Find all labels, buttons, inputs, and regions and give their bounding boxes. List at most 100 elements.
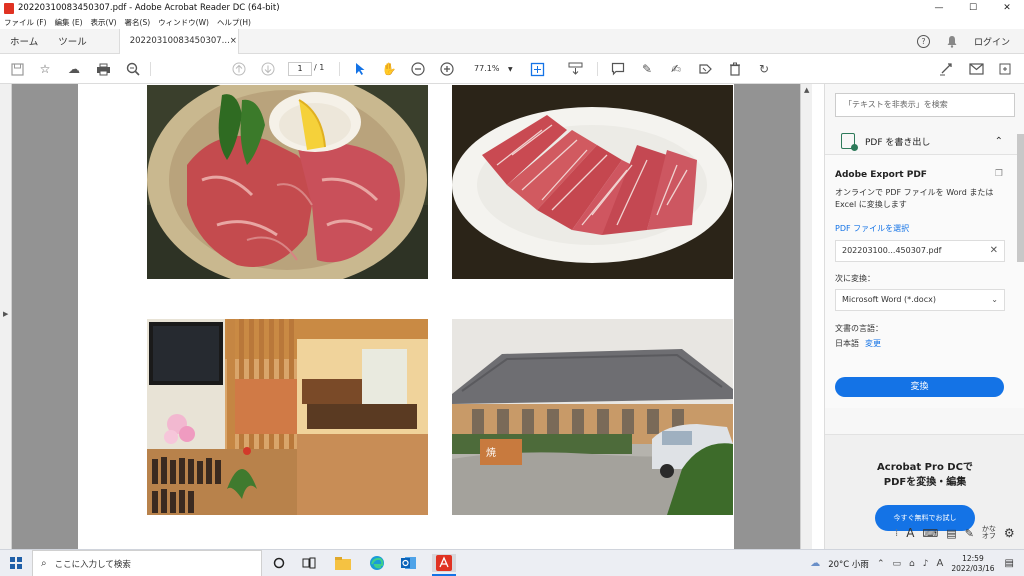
export-service-title: Adobe Export PDF xyxy=(835,170,927,180)
network-icon[interactable]: ⌂ xyxy=(909,559,915,569)
battery-icon[interactable]: ▭ xyxy=(892,559,901,569)
clock[interactable]: 12:59 2022/03/16 xyxy=(951,554,994,574)
delete-trash-icon[interactable] xyxy=(727,61,743,77)
toolbar-divider xyxy=(150,62,151,76)
close-tab-icon[interactable]: × xyxy=(230,36,237,46)
document-language-row: 日本語 変更 xyxy=(835,338,881,349)
tab-tools[interactable]: ツール xyxy=(48,34,97,48)
system-tray: ☁ 20°C 小雨 ⌃ ▭ ⌂ ♪ A 12:59 2022/03/16 ▤ xyxy=(810,550,1024,576)
cortana-icon[interactable] xyxy=(270,554,288,572)
ime-dictionary-icon[interactable]: ▤ xyxy=(946,527,956,540)
edge-browser-icon[interactable] xyxy=(368,554,386,572)
ime-settings-gear-icon[interactable]: ⚙ xyxy=(1004,526,1015,540)
maximize-button[interactable]: ☐ xyxy=(956,0,990,16)
draw-sign-icon[interactable]: ✍ xyxy=(668,61,684,77)
share-link-icon[interactable] xyxy=(938,61,954,77)
taskbar-search-placeholder: ここに入力して検索 xyxy=(54,559,131,570)
promo-text: Acrobat Pro DCで PDFを変換・編集 xyxy=(825,460,1024,490)
ime-indicator[interactable]: A xyxy=(936,558,943,569)
hide-text-search-input[interactable]: 「テキストを非表示」を検索 xyxy=(835,93,1015,117)
stamp-fill-sign-icon[interactable] xyxy=(697,61,713,77)
task-view-icon[interactable] xyxy=(300,554,318,572)
select-pdf-file-link[interactable]: PDF ファイルを選択 xyxy=(835,223,909,234)
scroll-mode-icon[interactable] xyxy=(567,61,583,77)
tab-bar: ホーム ツール 20220310083450307... × ? ログイン xyxy=(0,28,1024,54)
zoom-level-value: 77.1% xyxy=(474,64,500,73)
file-explorer-icon[interactable] xyxy=(334,554,352,572)
convert-format-select[interactable]: Microsoft Word (*.docx) ⌄ xyxy=(835,289,1005,311)
comment-icon[interactable] xyxy=(610,61,626,77)
selected-file-field[interactable]: 202203100...450307.pdf ✕ xyxy=(835,240,1005,262)
menu-view[interactable]: 表示(V) xyxy=(91,17,117,28)
taskbar-search-box[interactable]: ⌕ ここに入力して検索 xyxy=(32,550,262,576)
menu-sign[interactable]: 署名(S) xyxy=(125,17,151,28)
email-icon[interactable] xyxy=(968,61,984,77)
ime-mode-icon[interactable]: A xyxy=(906,526,914,540)
ime-pad-icon[interactable]: ⌨ xyxy=(922,527,938,540)
prev-page-icon[interactable] xyxy=(231,61,247,77)
tab-document-label: 20220310083450307... xyxy=(129,36,230,46)
weather-text[interactable]: 20°C 小雨 xyxy=(828,558,869,570)
notification-center-icon[interactable]: ▤ xyxy=(1005,558,1014,569)
save-icon[interactable] xyxy=(9,61,25,77)
weather-cloud-icon[interactable]: ☁ xyxy=(810,558,820,569)
zoom-search-icon[interactable] xyxy=(125,61,141,77)
print-icon[interactable] xyxy=(95,61,111,77)
chevron-up-icon[interactable]: ⌃ xyxy=(877,559,885,569)
menu-help[interactable]: ヘルプ(H) xyxy=(217,17,251,28)
zoom-in-icon[interactable] xyxy=(439,61,455,77)
scroll-up-arrow-icon[interactable]: ▲ xyxy=(804,86,809,94)
meat-platter-photo xyxy=(147,85,428,279)
ime-toolbar: ⁞ A ⌨ ▤ ✎ かな オフ ⚙ xyxy=(895,526,1015,541)
left-pane-toggle[interactable]: ▶ xyxy=(0,84,12,549)
cloud-upload-icon[interactable]: ☁ xyxy=(66,61,82,77)
tab-home[interactable]: ホーム xyxy=(0,34,48,48)
pdf-page: 焼 xyxy=(78,84,734,549)
menu-file[interactable]: ファイル (F) xyxy=(4,17,47,28)
export-pdf-icon xyxy=(841,133,858,151)
page-number-input[interactable]: 1 xyxy=(288,62,312,76)
remove-file-icon[interactable]: ✕ xyxy=(990,241,998,261)
export-pdf-title: PDF を書き出し xyxy=(865,137,931,148)
expand-left-arrow-icon[interactable]: ▶ xyxy=(3,310,8,318)
hand-tool-icon[interactable]: ✋ xyxy=(381,61,397,77)
bell-icon[interactable] xyxy=(946,35,958,48)
bookmark-star-icon[interactable]: ☆ xyxy=(37,61,53,77)
next-page-icon[interactable] xyxy=(260,61,276,77)
more-options-icon[interactable] xyxy=(997,61,1013,77)
menu-edit[interactable]: 編集 (E) xyxy=(55,17,83,28)
fit-page-icon[interactable] xyxy=(529,61,545,77)
rotate-icon[interactable]: ↻ xyxy=(756,61,772,77)
acrobat-taskbar-icon[interactable] xyxy=(432,554,456,572)
zoom-out-icon[interactable] xyxy=(410,61,426,77)
highlight-pen-icon[interactable]: ✎ xyxy=(639,61,655,77)
outlook-icon[interactable] xyxy=(400,554,418,572)
menu-window[interactable]: ウィンドウ(W) xyxy=(158,17,209,28)
chevron-up-icon[interactable]: ⌃ xyxy=(995,136,1003,147)
windows-taskbar: ⌕ ここに入力して検索 ☁ 20°C 小雨 ⌃ ▭ ⌂ ♪ A 12:59 20… xyxy=(0,549,1024,576)
change-language-link[interactable]: 変更 xyxy=(865,339,881,348)
promo-line-2: PDFを変換・編集 xyxy=(883,477,967,488)
kana-mode-icon[interactable]: かな オフ xyxy=(982,526,996,540)
select-cursor-icon[interactable] xyxy=(352,61,368,77)
document-scrollbar[interactable]: ▲ xyxy=(800,84,812,549)
marbled-beef-photo xyxy=(452,85,733,279)
export-pdf-header[interactable]: PDF を書き出し ⌃ xyxy=(825,128,1024,154)
convert-button[interactable]: 変換 xyxy=(835,377,1004,397)
login-link[interactable]: ログイン xyxy=(974,35,1010,48)
zoom-level-dropdown[interactable]: 77.1% ▼ xyxy=(470,62,518,76)
panel-scrollbar-thumb[interactable] xyxy=(1017,134,1024,262)
ime-tool-icon[interactable]: ✎ xyxy=(965,527,974,540)
windows-start-icon[interactable] xyxy=(10,557,22,569)
tab-document[interactable]: 20220310083450307... × xyxy=(118,28,239,54)
chevron-down-icon: ▼ xyxy=(507,66,513,73)
copy-icon[interactable]: ❐ xyxy=(995,169,1003,179)
page-total: / 1 xyxy=(314,63,325,72)
menu-bar: ファイル (F) 編集 (E) 表示(V) 署名(S) ウィンドウ(W) ヘルプ… xyxy=(0,16,1024,29)
close-window-button[interactable]: ✕ xyxy=(990,0,1024,16)
minimize-button[interactable]: — xyxy=(922,0,956,16)
volume-icon[interactable]: ♪ xyxy=(923,559,929,569)
acrobat-app-icon xyxy=(4,2,14,14)
convert-to-label: 次に変換： xyxy=(835,274,875,283)
help-icon[interactable]: ? xyxy=(916,35,930,48)
